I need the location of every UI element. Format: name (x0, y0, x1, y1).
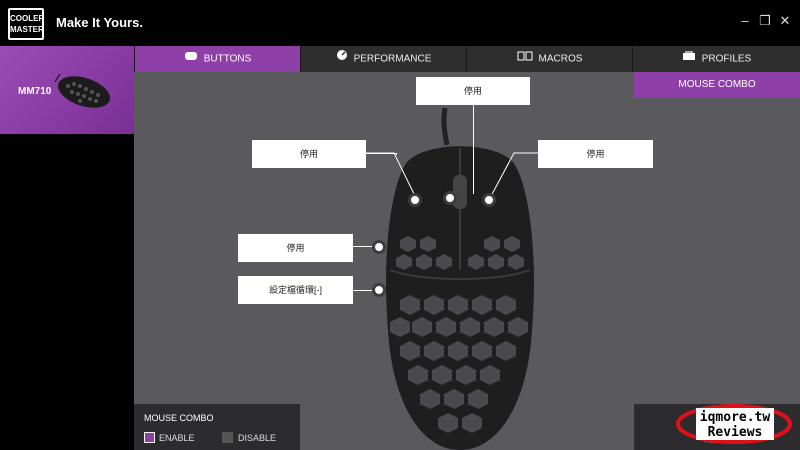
tab-label: BUTTONS (203, 53, 252, 65)
svg-text:iqmore.tw: iqmore.tw (700, 410, 771, 425)
button-hotspot-right[interactable] (482, 193, 496, 207)
disable-label: DISABLE (238, 433, 277, 443)
button-hotspot-left[interactable] (408, 193, 422, 207)
macro-icon (517, 46, 533, 72)
gauge-icon (336, 46, 348, 72)
tab-performance[interactable]: PERFORMANCE (300, 46, 466, 72)
restore-icon[interactable]: ❐ (758, 14, 772, 28)
enable-checkbox[interactable] (144, 432, 155, 443)
device-mouse-image (54, 73, 111, 108)
connector-line (473, 102, 474, 194)
main-tabs: BUTTONS PERFORMANCE MACROS PROFILES (134, 46, 800, 72)
tab-buttons[interactable]: BUTTONS (134, 46, 300, 72)
tab-label: MACROS (538, 53, 583, 65)
app-tagline: Make It Yours. (56, 15, 143, 30)
minimize-icon[interactable]: – (738, 14, 752, 28)
button-left-upper-callout[interactable]: 停用 (252, 140, 366, 168)
close-icon[interactable]: ✕ (778, 14, 792, 28)
enable-label: ENABLE (159, 433, 195, 443)
button-hotspot-wheel[interactable] (443, 191, 457, 205)
button-side-lower-callout[interactable]: 設定檔循環[-] (238, 276, 353, 304)
title-bar: COOLER MASTER Make It Yours. – ❐ ✕ (0, 0, 800, 46)
svg-text:Reviews: Reviews (708, 425, 763, 440)
disable-checkbox[interactable] (222, 432, 233, 443)
button-hotspot-side-lower[interactable] (372, 283, 386, 297)
button-top-center-callout[interactable]: 停用 (416, 77, 530, 105)
mouse-combo-title: MOUSE COMBO (144, 413, 214, 423)
button-side-upper-callout[interactable]: 停用 (238, 234, 353, 262)
mouse-icon (184, 46, 198, 72)
mouse-combo-panel: MOUSE COMBO ENABLE DISABLE (134, 404, 300, 450)
tab-label: PROFILES (701, 53, 752, 65)
brand-logo: COOLER MASTER (8, 8, 44, 40)
device-card[interactable]: MM710 (0, 46, 134, 134)
tab-label: PERFORMANCE (353, 53, 432, 65)
profile-icon (682, 46, 696, 72)
tab-profiles[interactable]: PROFILES (632, 46, 800, 72)
watermark-logo: iqmore.tw Reviews (676, 404, 792, 444)
tab-macros[interactable]: MACROS (466, 46, 632, 72)
button-right-upper-callout[interactable]: 停用 (538, 140, 653, 168)
device-name: MM710 (18, 86, 52, 97)
mouse-combo-menu-item[interactable]: MOUSE COMBO (634, 72, 800, 98)
button-hotspot-side-upper[interactable] (372, 240, 386, 254)
